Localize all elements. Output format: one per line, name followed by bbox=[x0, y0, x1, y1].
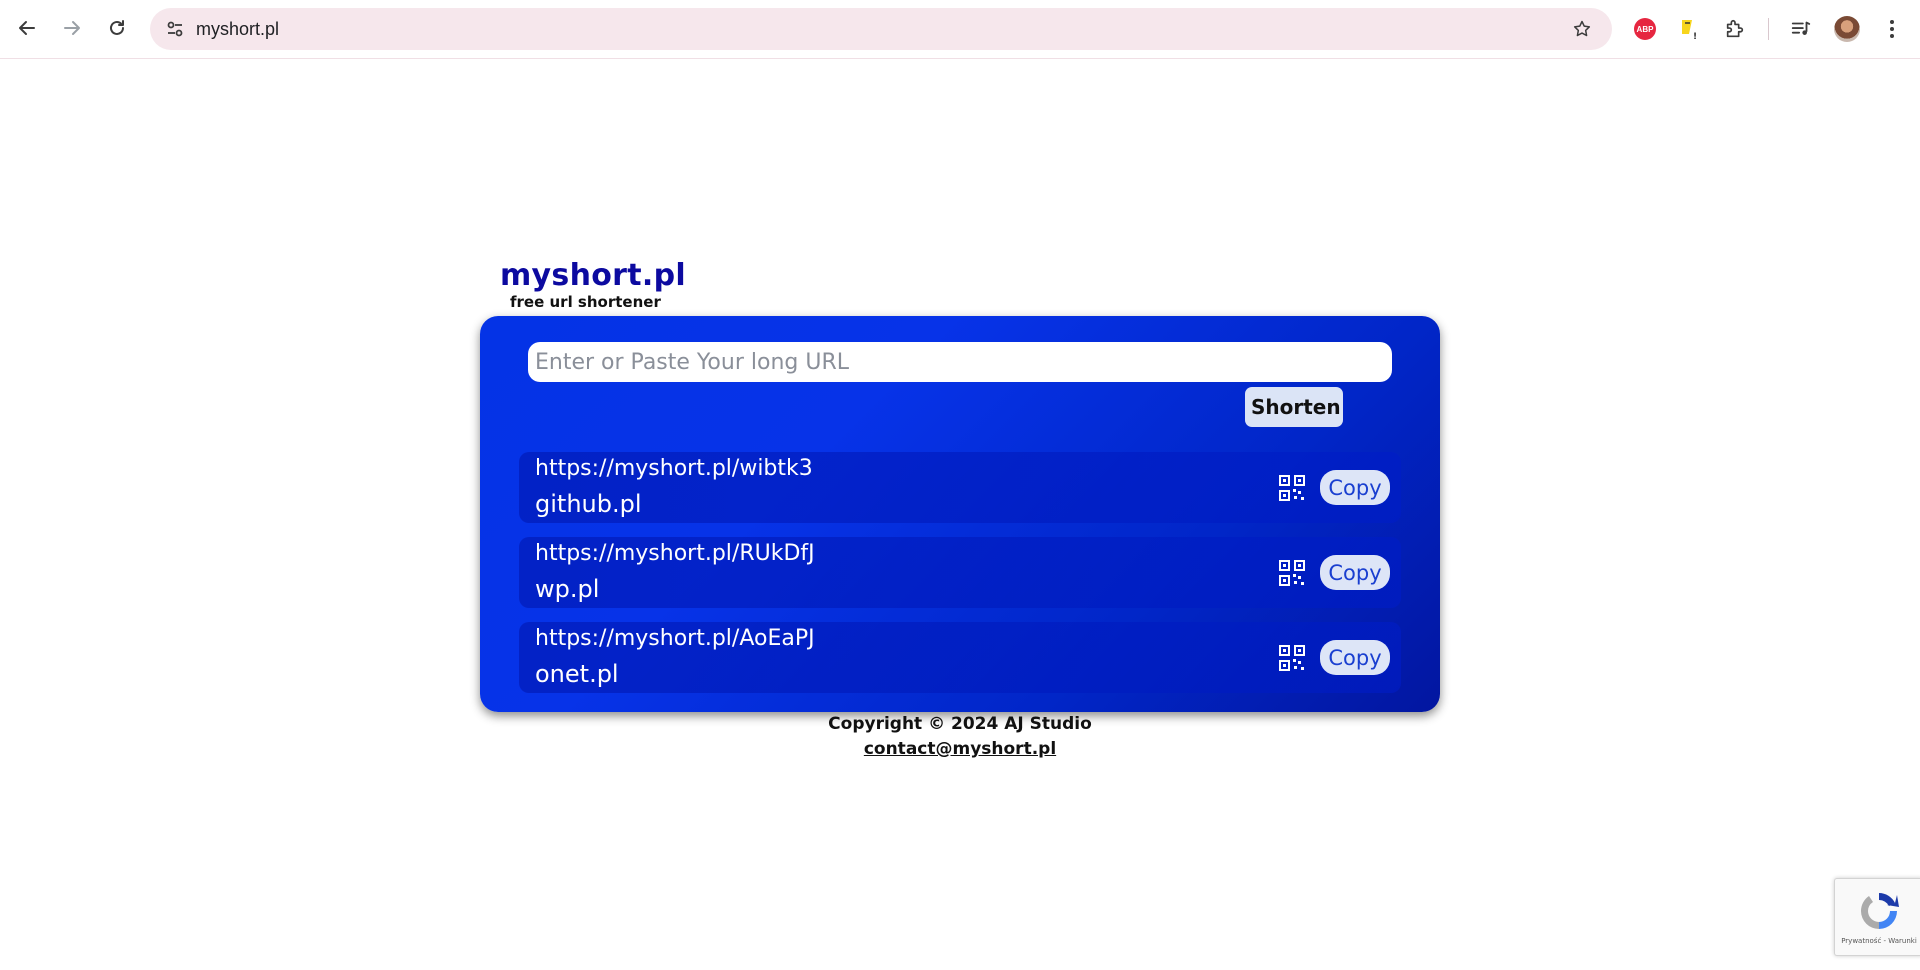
qr-code-icon[interactable] bbox=[1279, 560, 1305, 586]
media-controls-button[interactable] bbox=[1786, 14, 1816, 44]
extension-button[interactable]: ! bbox=[1675, 14, 1705, 44]
long-url-input[interactable] bbox=[528, 342, 1392, 382]
extension-icon: ! bbox=[1682, 20, 1697, 41]
forward-icon bbox=[64, 21, 80, 35]
shortened-link-item: https://myshort.pl/wibtk3 github.pl Copy bbox=[519, 452, 1401, 523]
original-url: wp.pl bbox=[535, 575, 600, 603]
page-title: myshort.pl bbox=[500, 258, 686, 293]
extensions-menu-button[interactable] bbox=[1720, 14, 1750, 44]
site-info-icon bbox=[167, 21, 183, 37]
reload-button[interactable] bbox=[99, 10, 135, 46]
page-tagline: free url shortener bbox=[510, 293, 661, 311]
more-menu-button[interactable] bbox=[1877, 14, 1907, 44]
qr-code-icon[interactable] bbox=[1279, 645, 1305, 671]
back-button[interactable] bbox=[9, 10, 45, 46]
more-menu-icon bbox=[1890, 20, 1894, 38]
recaptcha-icon bbox=[1861, 893, 1899, 929]
shorten-button[interactable]: Shorten bbox=[1245, 387, 1343, 427]
back-icon bbox=[19, 21, 35, 35]
original-url: github.pl bbox=[535, 490, 642, 518]
reload-icon bbox=[110, 20, 124, 35]
brand-header: myshort.pl free url shortener bbox=[500, 258, 686, 311]
profile-button[interactable] bbox=[1832, 14, 1862, 44]
copy-button[interactable]: Copy bbox=[1320, 555, 1390, 590]
adblock-plus-icon: ABP bbox=[1634, 18, 1656, 40]
forward-button[interactable] bbox=[54, 10, 90, 46]
recaptcha-badge[interactable]: Prywatność - Warunki bbox=[1834, 878, 1920, 956]
short-url[interactable]: https://myshort.pl/RUkDfJ bbox=[535, 541, 815, 566]
puzzle-icon bbox=[1726, 19, 1744, 38]
bookmark-button[interactable] bbox=[1568, 15, 1596, 43]
profile-avatar bbox=[1834, 16, 1860, 42]
address-bar[interactable]: myshort.pl bbox=[150, 8, 1612, 50]
shortened-link-item: https://myshort.pl/RUkDfJ wp.pl Copy bbox=[519, 537, 1401, 608]
footer-copyright: Copyright © 2024 AJ Studio bbox=[828, 714, 1092, 734]
contact-email-link[interactable]: contact@myshort.pl bbox=[864, 739, 1056, 759]
short-url[interactable]: https://myshort.pl/AoEaPJ bbox=[535, 626, 815, 651]
shortened-link-item: https://myshort.pl/AoEaPJ onet.pl Copy bbox=[519, 622, 1401, 693]
copy-button[interactable]: Copy bbox=[1320, 470, 1390, 505]
browser-toolbar: myshort.pl ABP ! bbox=[0, 0, 1920, 59]
bookmark-star-icon bbox=[1573, 20, 1591, 37]
shortened-links-list: https://myshort.pl/wibtk3 github.pl Copy… bbox=[519, 452, 1401, 707]
recaptcha-terms[interactable]: Prywatność - Warunki bbox=[1835, 937, 1920, 945]
toolbar-divider bbox=[1768, 18, 1769, 40]
site-info-button[interactable] bbox=[162, 16, 188, 42]
address-bar-url: myshort.pl bbox=[196, 19, 280, 39]
media-playlist-icon bbox=[1791, 21, 1811, 35]
copy-button[interactable]: Copy bbox=[1320, 640, 1390, 675]
shortener-panel: Shorten https://myshort.pl/wibtk3 github… bbox=[480, 316, 1440, 712]
footer-contact: contact@myshort.pl bbox=[0, 739, 1920, 759]
original-url: onet.pl bbox=[535, 660, 619, 688]
adblock-plus-extension[interactable]: ABP bbox=[1630, 14, 1660, 44]
short-url[interactable]: https://myshort.pl/wibtk3 bbox=[535, 456, 813, 481]
qr-code-icon[interactable] bbox=[1279, 475, 1305, 501]
svg-text:!: ! bbox=[1693, 32, 1697, 41]
